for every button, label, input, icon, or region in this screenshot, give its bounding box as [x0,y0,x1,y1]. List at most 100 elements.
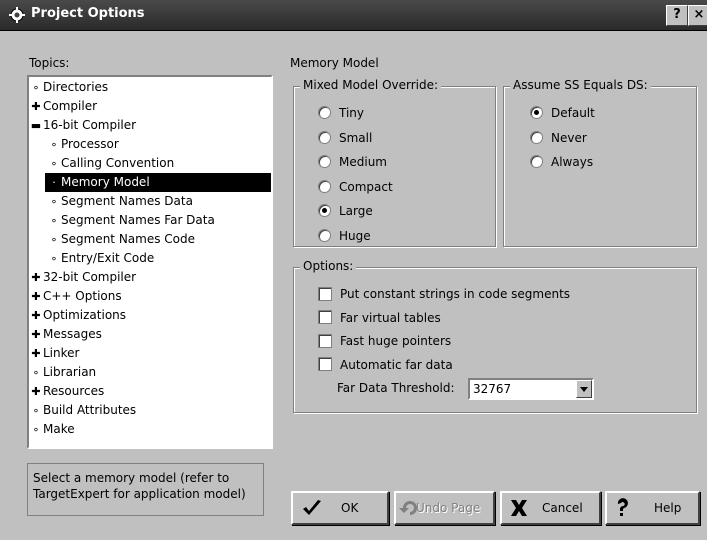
tree-item[interactable]: ∘ Segment Names Far Data [29,211,215,230]
radio-medium[interactable]: Medium [318,152,387,172]
radio-label: Tiny [339,106,365,120]
expand-icon: ✚ [31,271,41,284]
radio-circle-icon[interactable] [318,228,331,242]
collapse-icon: ▬ [30,119,42,132]
cancel-button[interactable]: Cancel [500,491,601,525]
tree-item[interactable]: ∘ Processor [29,135,119,154]
bullet-icon: ∘ [50,252,58,265]
far-data-threshold-value: 32767 [473,382,512,396]
radio-label: Never [551,130,587,145]
radio-default[interactable]: Default [530,103,595,123]
checkbox-option[interactable]: Fast huge pointers [318,331,451,351]
status-description: Select a memory model (refer to TargetEx… [27,463,264,516]
bullet-icon: ∘ [50,233,58,246]
tree-item-label: 16-bit Compiler [43,118,137,132]
tree-item[interactable]: ∘ Directories [29,78,109,97]
help-label: Help [654,501,682,515]
radio-label: Medium [339,155,387,169]
radio-circle-icon[interactable] [530,106,543,119]
checkbox-option[interactable]: Put constant strings in code segments [318,284,570,304]
radio-circle-icon[interactable] [530,130,543,144]
chevron-down-icon[interactable] [576,380,592,398]
radio-small[interactable]: Small [318,128,372,148]
bullet-icon: ∘ [50,157,58,170]
tree-item-label: C++ Options [43,289,122,303]
checkbox-option[interactable]: Automatic far data [318,355,453,375]
topics-tree[interactable]: ∘ Directories ✚ Compiler ▬ 16-bit Compiler ∘ Pr… [27,75,273,449]
tree-item[interactable]: ∘ Make [29,420,75,439]
radio-circle-icon[interactable] [318,106,331,119]
tree-item[interactable]: ∘ Segment Names Data [29,192,193,211]
tree-item-label: Segment Names Data [61,194,193,208]
tree-item-label: 32-bit Compiler [43,270,137,284]
expand-icon: ✚ [31,290,41,303]
tree-item[interactable]: ∘ Calling Convention [29,154,175,173]
close-button[interactable]: × [688,5,707,26]
radio-never[interactable]: Never [530,128,587,148]
radio-circle-icon[interactable] [530,155,543,168]
radio-always[interactable]: Always [530,152,593,172]
expand-icon: ✚ [31,309,41,322]
radio-circle-icon[interactable] [318,155,331,168]
tree-item[interactable]: ✚ Linker [29,344,79,363]
tree-item-label: Entry/Exit Code [61,251,155,265]
tree-item[interactable]: ▬ 16-bit Compiler [29,116,136,135]
cancel-label: Cancel [542,501,583,515]
assume-ss-group: Assume SS Equals DS: Default Never Always [503,78,697,247]
bullet-icon: ∘ [32,81,40,94]
tree-item-label: Calling Convention [61,156,175,170]
checkbox-icon[interactable] [318,286,332,301]
mixed-model-group: Mixed Model Override: Tiny Small Medium Com… [293,78,496,247]
radio-label: Default [551,106,595,120]
checkbox-option[interactable]: Far virtual tables [318,308,441,328]
expand-icon: ✚ [31,328,41,341]
tree-item-label: Memory Model [61,175,150,189]
help-title-button[interactable]: ? [666,5,688,26]
checkmark-icon [303,500,321,515]
radio-circle-icon[interactable] [318,130,331,144]
tree-item[interactable]: ✚ Optimizations [29,306,126,325]
radio-large[interactable]: Large [318,201,373,221]
checkbox-label: Fast huge pointers [340,334,452,348]
tree-item-label: Resources [43,384,105,398]
assume-ss-title: Assume SS Equals DS: [510,78,651,92]
panel-title: Memory Model [290,56,379,70]
undo-page-button: Undo Page [394,491,495,525]
tree-item[interactable]: · Memory Model [45,173,271,192]
radio-tiny[interactable]: Tiny [318,103,364,123]
options-title: Options: [300,259,357,273]
tree-item[interactable]: ∘ Segment Names Code [29,230,195,249]
far-data-threshold-combo[interactable]: 32767 [468,378,594,400]
undo-page-label: Undo Page [416,501,481,515]
far-data-threshold-label: Far Data Threshold: [337,381,455,395]
ok-label: OK [341,501,359,515]
tree-item[interactable]: ∘ Entry/Exit Code [29,249,155,268]
radio-label: Always [551,155,594,169]
tree-item[interactable]: ✚ C++ Options [29,287,122,306]
radio-huge[interactable]: Huge [318,226,371,246]
radio-label: Small [339,130,373,145]
checkbox-icon[interactable] [318,333,332,348]
radio-compact[interactable]: Compact [318,177,393,197]
checkbox-label: Far virtual tables [340,310,441,325]
bullet-icon: ∘ [32,366,40,379]
help-button[interactable]: Help [605,491,700,525]
checkbox-icon[interactable] [318,310,332,324]
ok-button[interactable]: OK [291,491,389,525]
tree-item[interactable]: ✚ 32-bit Compiler [29,268,136,287]
tree-item[interactable]: ∘ Build Attributes [29,401,137,420]
mixed-model-title: Mixed Model Override: [300,78,442,92]
checkbox-icon[interactable] [318,357,332,371]
window-title: Project Options [31,6,145,21]
radio-circle-icon[interactable] [318,179,331,193]
radio-circle-icon[interactable] [318,204,331,217]
tree-item[interactable]: ∘ Librarian [29,363,97,382]
topics-label: Topics: [29,56,70,70]
tree-item[interactable]: ✚ Compiler [29,97,97,116]
tree-item[interactable]: ✚ Resources [29,382,104,401]
question-mark-icon [617,498,628,516]
tree-item-label: Segment Names Code [61,232,196,246]
tree-item[interactable]: ✚ Messages [29,325,101,344]
expand-icon: ✚ [31,347,41,360]
tree-item-label: Segment Names Far Data [61,213,215,227]
